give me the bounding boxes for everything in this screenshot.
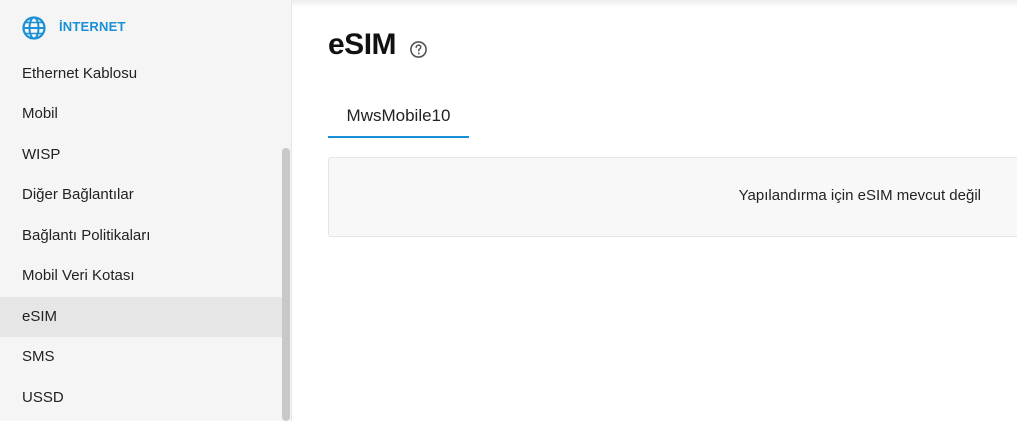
header-shadow — [292, 0, 1017, 8]
sidebar-item-ethernet-kablosu[interactable]: Ethernet Kablosu — [0, 54, 282, 94]
sidebar-item-sms[interactable]: SMS — [0, 337, 282, 377]
globe-icon — [22, 16, 46, 40]
page-title: eSIM — [328, 28, 397, 61]
app-window: İNTERNET Ethernet Kablosu Mobil WISP Diğ… — [0, 0, 1017, 421]
sidebar-section-title: İNTERNET — [59, 19, 126, 34]
sidebar-item-baglanti-politikalari[interactable]: Bağlantı Politikaları — [0, 216, 282, 256]
sidebar-item-mobil-veri-kotasi[interactable]: Mobil Veri Kotası — [0, 256, 282, 296]
help-circle-icon[interactable] — [409, 40, 428, 59]
tab-mwsmobile10[interactable]: MwsMobile10 — [328, 96, 469, 138]
sidebar-item-wisp[interactable]: WISP — [0, 135, 282, 175]
sidebar-item-mobil[interactable]: Mobil — [0, 94, 282, 134]
sidebar-item-esim[interactable]: eSIM — [0, 297, 282, 337]
sidebar-item-diger-baglantilar[interactable]: Diğer Bağlantılar — [0, 175, 282, 215]
empty-state-message: Yapılandırma için eSIM mevcut değil — [738, 187, 981, 204]
sidebar-item-ussd[interactable]: USSD — [0, 378, 282, 418]
sidebar-scrollbar[interactable] — [282, 148, 290, 421]
esim-panel: Yapılandırma için eSIM mevcut değil — [328, 157, 1017, 237]
sidebar-section-header[interactable]: İNTERNET — [0, 10, 280, 46]
sidebar-scrollbar-thumb[interactable] — [282, 148, 290, 421]
sidebar: İNTERNET Ethernet Kablosu Mobil WISP Diğ… — [0, 0, 292, 421]
